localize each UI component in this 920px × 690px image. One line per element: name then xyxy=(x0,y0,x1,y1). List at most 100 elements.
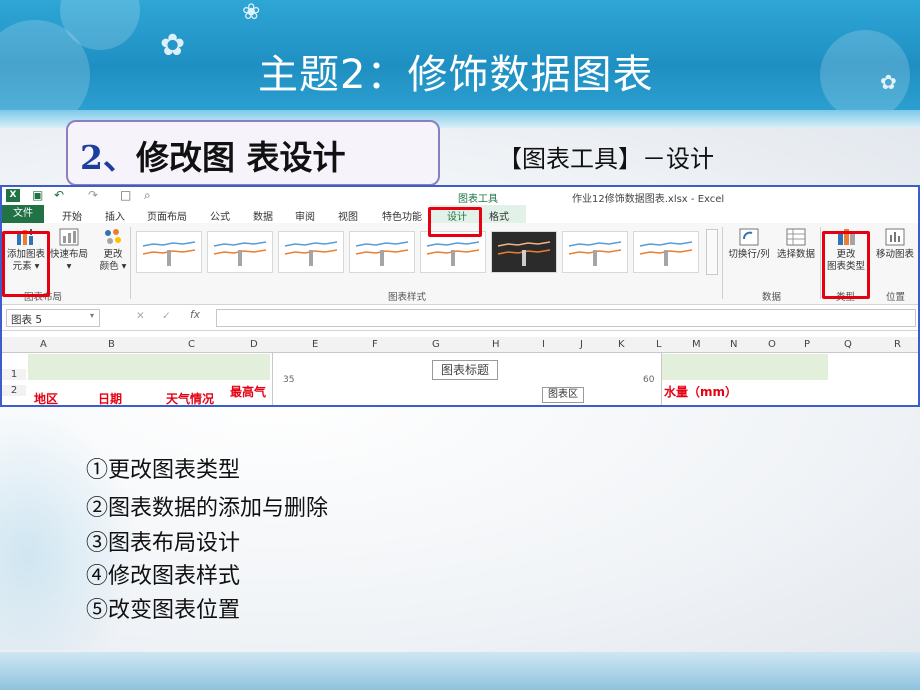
thumbnail-line xyxy=(568,241,622,247)
row-header[interactable]: 2 xyxy=(2,385,26,396)
chart-style-thumbnail[interactable] xyxy=(420,231,486,273)
row-header[interactable]: 1 xyxy=(2,369,26,380)
tab-review[interactable]: 审阅 xyxy=(295,208,315,223)
switch-row-column-button[interactable]: 切换行/列 xyxy=(726,227,772,261)
chart-tools-label: 图表工具 xyxy=(458,194,498,205)
quick-layout-button[interactable]: 快速布局 ▾ xyxy=(48,227,90,273)
move-chart-icon xyxy=(885,228,905,246)
column-header[interactable]: Q xyxy=(844,339,852,350)
chart-style-thumbnail[interactable] xyxy=(136,231,202,273)
column-header[interactable]: F xyxy=(372,339,378,350)
column-header[interactable]: M xyxy=(692,339,701,350)
column-header[interactable]: O xyxy=(768,339,776,350)
group-label-styles: 图表样式 xyxy=(388,292,427,303)
column-header[interactable]: R xyxy=(894,339,901,350)
style-thumbnail-preview xyxy=(426,241,480,266)
cancel-icon[interactable]: ✕ xyxy=(136,310,145,322)
tab-view[interactable]: 视图 xyxy=(338,208,358,223)
column-header[interactable]: N xyxy=(730,339,737,350)
thumbnail-line xyxy=(213,241,267,247)
tab-insert[interactable]: 插入 xyxy=(105,208,125,223)
flower-decoration-icon: ✿ xyxy=(880,70,897,94)
column-header[interactable]: I xyxy=(542,339,545,350)
thumbnail-line xyxy=(284,241,338,247)
chart-style-thumbnail[interactable] xyxy=(491,231,557,273)
style-thumbnail-preview xyxy=(213,241,267,266)
subtitle-word: 图 xyxy=(201,138,235,177)
tab-format[interactable]: 格式 xyxy=(489,208,509,223)
change-colors-label: 更改 xyxy=(103,249,123,260)
select-data-button[interactable]: 选择数据 xyxy=(774,227,818,261)
chart-style-thumbnail[interactable] xyxy=(633,231,699,273)
chart-style-thumbnail[interactable] xyxy=(349,231,415,273)
preview-icon[interactable]: ⌕ xyxy=(144,188,151,203)
thumbnail-line xyxy=(355,241,409,247)
chart-style-thumbnail[interactable] xyxy=(207,231,273,273)
new-icon[interactable]: □ xyxy=(120,188,131,202)
chart-style-thumbnail[interactable] xyxy=(278,231,344,273)
style-thumbnail-preview xyxy=(355,241,409,266)
select-data-label: 选择数据 xyxy=(776,249,815,260)
move-chart-button[interactable]: 移动图表 xyxy=(872,227,918,261)
column-header[interactable]: J xyxy=(580,339,583,350)
formula-input[interactable] xyxy=(216,309,916,327)
list-item: ④修改图表样式 xyxy=(86,564,241,589)
cell-region[interactable]: 地区 xyxy=(34,390,58,405)
ribbon-separator xyxy=(130,227,131,299)
tool-path: 【图表工具】－设计 xyxy=(498,145,714,173)
tab-home[interactable]: 开始 xyxy=(62,208,82,223)
column-header[interactable]: H xyxy=(492,339,500,350)
group-label-location: 位置 xyxy=(886,292,906,303)
cell-rainfall[interactable]: 水量（mm） xyxy=(664,383,737,400)
chart-title[interactable]: 图表标题 xyxy=(432,360,498,380)
cell-date[interactable]: 日期 xyxy=(98,390,122,405)
ribbon-separator xyxy=(820,227,821,299)
thumbnail-line xyxy=(426,241,480,247)
name-box-dropdown-icon[interactable]: ▾ xyxy=(90,311,94,320)
header-fill xyxy=(662,354,828,380)
column-headers: A B C D E F G H I J K L M N O P Q R xyxy=(2,337,918,353)
tab-file[interactable]: 文件 xyxy=(2,205,44,223)
palette-icon xyxy=(105,229,121,244)
enter-icon[interactable]: ✓ xyxy=(162,310,171,322)
column-header[interactable]: E xyxy=(312,339,318,350)
function-icon[interactable]: fx xyxy=(190,309,200,321)
group-label-data: 数据 xyxy=(762,292,782,303)
tab-special[interactable]: 特色功能 xyxy=(382,208,422,223)
gallery-scroll[interactable] xyxy=(706,229,718,275)
switch-row-column-icon xyxy=(739,228,759,246)
column-header[interactable]: P xyxy=(804,339,810,350)
column-header[interactable]: K xyxy=(618,339,625,350)
column-header[interactable]: D xyxy=(250,339,258,350)
redo-icon[interactable]: ↷ xyxy=(88,188,98,202)
cell-weather[interactable]: 天气情况 xyxy=(166,390,214,405)
cell-max-temp[interactable]: 最高气 xyxy=(230,383,266,400)
tab-data[interactable]: 数据 xyxy=(253,208,273,223)
change-colors-label: 颜色 xyxy=(99,261,119,272)
column-header[interactable]: B xyxy=(108,339,115,350)
column-header[interactable]: G xyxy=(432,339,440,350)
excel-screenshot: X ▣ ↶ ↷ □ ⌕ 作业12修饰数据图表.xlsx - Excel 图表工具… xyxy=(0,185,920,407)
select-data-icon xyxy=(786,228,806,246)
column-header[interactable]: A xyxy=(40,339,47,350)
tab-page-layout[interactable]: 页面布局 xyxy=(147,208,187,223)
change-colors-button[interactable]: 更改 颜色 ▾ xyxy=(94,227,132,273)
chart-style-thumbnail[interactable] xyxy=(562,231,628,273)
subtitle-number: 2、 xyxy=(80,138,136,177)
thumbnail-bar xyxy=(380,250,384,266)
thumbnail-bar xyxy=(167,250,171,266)
style-thumbnail-preview xyxy=(142,241,196,266)
subtitle-word: 表 xyxy=(246,138,280,177)
tab-formulas[interactable]: 公式 xyxy=(210,208,230,223)
flower-decoration-icon: ❀ xyxy=(242,0,261,25)
name-box[interactable]: 图表 5 xyxy=(6,309,100,327)
list-item: ③图表布局设计 xyxy=(86,531,241,556)
column-header[interactable]: C xyxy=(188,339,195,350)
header-fill xyxy=(28,354,270,380)
bottom-band xyxy=(0,652,920,690)
style-thumbnail-preview xyxy=(284,241,338,266)
column-header[interactable]: L xyxy=(656,339,662,350)
ribbon-separator xyxy=(722,227,723,299)
undo-icon[interactable]: ↶ xyxy=(54,188,64,202)
save-icon[interactable]: ▣ xyxy=(32,188,43,202)
